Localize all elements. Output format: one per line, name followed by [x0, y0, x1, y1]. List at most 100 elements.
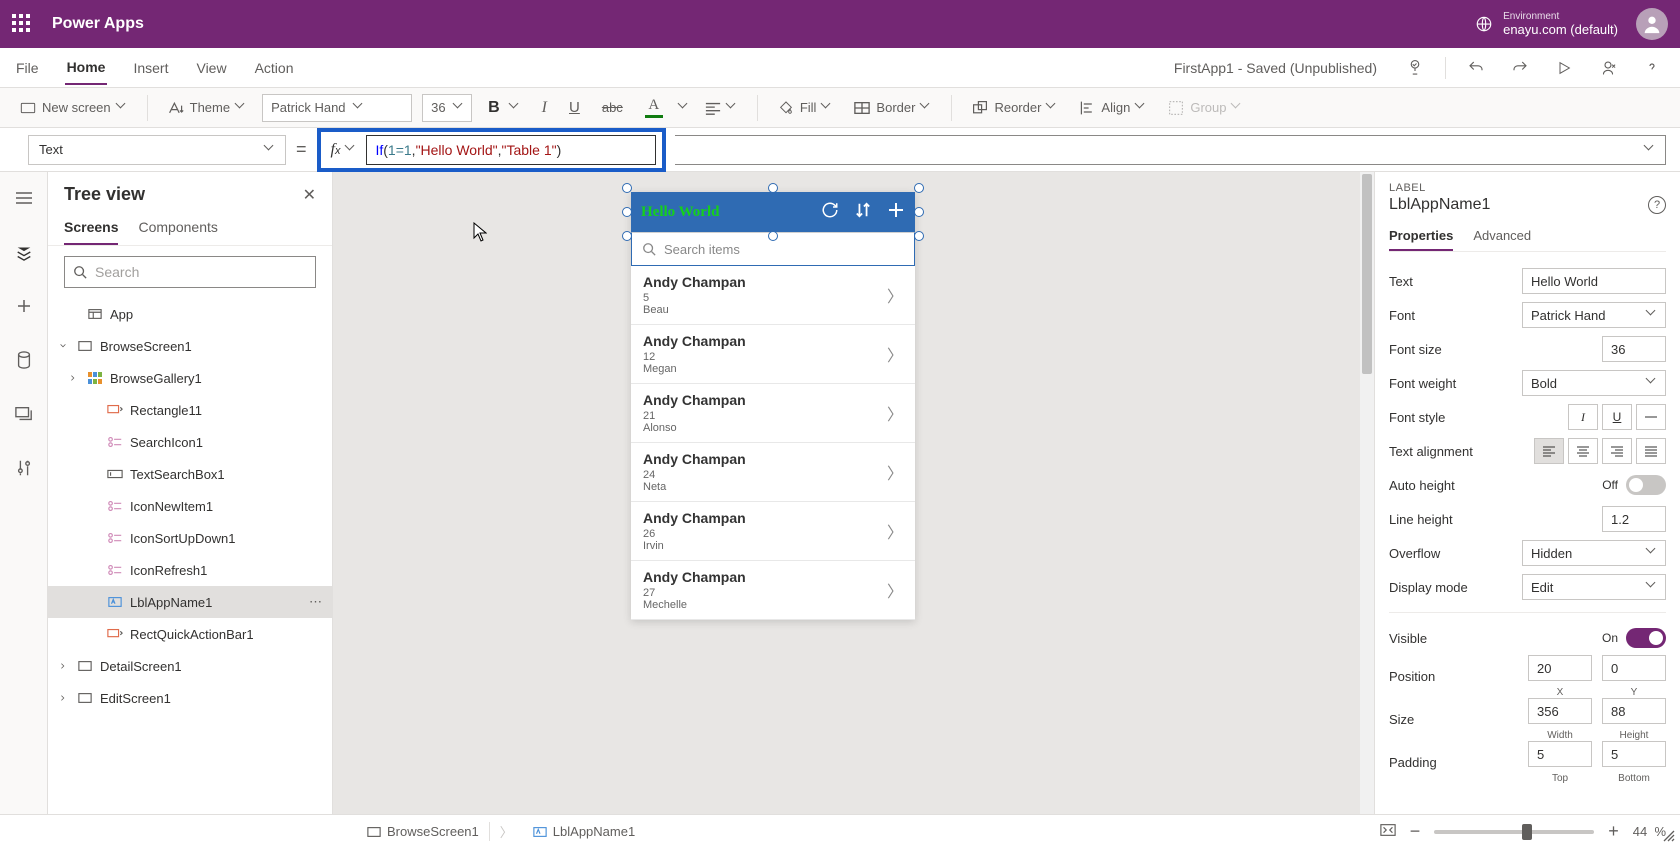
redo-icon[interactable]	[1506, 54, 1534, 82]
prop-overflow-select[interactable]: Hidden	[1522, 540, 1666, 566]
prop-displaymode-select[interactable]: Edit	[1522, 574, 1666, 600]
align-right-toggle[interactable]	[1602, 438, 1632, 464]
align-justify-toggle[interactable]	[1636, 438, 1666, 464]
user-avatar[interactable]	[1636, 8, 1668, 40]
rail-hamburger-icon[interactable]	[8, 182, 40, 214]
prop-pad-top-input[interactable]: 5	[1528, 741, 1592, 767]
tree-node-iconnewitem[interactable]: IconNewItem1	[48, 490, 332, 522]
tab-properties[interactable]: Properties	[1389, 222, 1453, 251]
chevron-right-icon[interactable]: 〉	[887, 283, 903, 307]
app-checker-icon[interactable]	[1401, 54, 1429, 82]
zoom-in-icon[interactable]: +	[1608, 821, 1619, 842]
breadcrumb-screen[interactable]: BrowseScreen1	[357, 822, 490, 841]
prop-lineheight-input[interactable]: 1.2	[1602, 506, 1666, 532]
gallery-item[interactable]: Andy Champan27Mechelle〉	[631, 561, 915, 620]
theme-button[interactable]: Theme	[162, 96, 252, 119]
font-family-select[interactable]: Patrick Hand	[262, 94, 412, 122]
prop-height-input[interactable]: 88	[1602, 698, 1666, 724]
menu-action[interactable]: Action	[253, 52, 296, 84]
zoom-slider[interactable]	[1434, 830, 1594, 834]
sort-icon[interactable]	[855, 201, 871, 224]
breadcrumb-control[interactable]: LblAppName1	[523, 822, 645, 841]
tree-node-browsescreen[interactable]: BrowseScreen1	[48, 330, 332, 362]
menu-view[interactable]: View	[194, 52, 228, 84]
share-icon[interactable]	[1594, 54, 1622, 82]
help-icon[interactable]: ?	[1648, 196, 1666, 214]
gallery-item[interactable]: Andy Champan24Neta〉	[631, 443, 915, 502]
gallery-item[interactable]: Andy Champan12Megan〉	[631, 325, 915, 384]
chevron-right-icon[interactable]: 〉	[887, 519, 903, 543]
fit-to-screen-icon[interactable]	[1380, 823, 1396, 840]
align-left-toggle[interactable]	[1534, 438, 1564, 464]
tree-search-input[interactable]: Search	[64, 256, 316, 288]
chevron-right-icon[interactable]: 〉	[887, 342, 903, 366]
align-center-toggle[interactable]	[1568, 438, 1598, 464]
strike-toggle[interactable]	[1636, 404, 1666, 430]
align-button[interactable]: Align	[1073, 96, 1152, 120]
zoom-out-icon[interactable]: −	[1410, 821, 1421, 842]
play-icon[interactable]	[1550, 54, 1578, 82]
app-header[interactable]: Hello World	[631, 192, 915, 232]
chevron-right-icon[interactable]: 〉	[887, 578, 903, 602]
fill-button[interactable]: Fill	[772, 96, 839, 120]
rail-data-icon[interactable]	[8, 344, 40, 376]
strikethrough-button[interactable]: abc	[596, 96, 629, 119]
property-select[interactable]: Text	[28, 135, 286, 165]
prop-fontweight-select[interactable]: Bold	[1522, 370, 1666, 396]
italic-toggle[interactable]: I	[1568, 404, 1598, 430]
undo-icon[interactable]	[1462, 54, 1490, 82]
help-icon[interactable]	[1638, 54, 1666, 82]
gallery-item[interactable]: Andy Champan21Alonso〉	[631, 384, 915, 443]
formula-input[interactable]: If(1=1, "Hello World", "Table 1")	[366, 135, 656, 165]
menu-home[interactable]: Home	[65, 51, 108, 85]
prop-font-select[interactable]: Patrick Hand	[1522, 302, 1666, 328]
tree-node-iconrefresh[interactable]: IconRefresh1	[48, 554, 332, 586]
new-screen-button[interactable]: New screen	[14, 96, 133, 119]
prop-width-input[interactable]: 356	[1528, 698, 1592, 724]
prop-autoheight-toggle[interactable]	[1626, 475, 1666, 495]
chevron-right-icon[interactable]: 〉	[887, 401, 903, 425]
menu-insert[interactable]: Insert	[131, 52, 170, 84]
tree-node-detailscreen[interactable]: DetailScreen1	[48, 650, 332, 682]
reorder-button[interactable]: Reorder	[966, 96, 1063, 120]
rail-advanced-tools-icon[interactable]	[8, 452, 40, 484]
border-button[interactable]: Border	[848, 96, 937, 119]
prop-pad-bottom-input[interactable]: 5	[1602, 741, 1666, 767]
font-size-select[interactable]: 36	[422, 94, 472, 122]
gallery-item[interactable]: Andy Champan26Irvin〉	[631, 502, 915, 561]
tree-node-editscreen[interactable]: EditScreen1	[48, 682, 332, 714]
tree-node-gallery[interactable]: BrowseGallery1	[48, 362, 332, 394]
tree-node-textsearchbox[interactable]: TextSearchBox1	[48, 458, 332, 490]
design-canvas[interactable]: Hello World Search items Andy Champan5Be…	[333, 172, 1374, 814]
app-header-label[interactable]: Hello World	[641, 204, 719, 221]
formula-input-extended[interactable]	[675, 135, 1666, 165]
tab-screens[interactable]: Screens	[64, 211, 118, 245]
text-align-button[interactable]	[699, 97, 743, 119]
tree-node-iconsortupdown[interactable]: IconSortUpDown1	[48, 522, 332, 554]
tree-node-lblappname[interactable]: LblAppName1⋯	[48, 586, 332, 618]
underline-button[interactable]: U	[563, 95, 586, 120]
environment-picker[interactable]: Environment enayu.com (default)	[1475, 11, 1618, 37]
tree-node-app[interactable]: App	[48, 298, 332, 330]
prop-pos-y-input[interactable]: 0	[1602, 655, 1666, 681]
chevron-right-icon[interactable]: 〉	[887, 460, 903, 484]
more-icon[interactable]: ⋯	[309, 594, 324, 610]
rail-tree-view-icon[interactable]	[8, 236, 40, 268]
canvas-scrollbar[interactable]	[1360, 172, 1374, 814]
add-icon[interactable]	[887, 201, 905, 224]
tab-components[interactable]: Components	[138, 211, 217, 245]
rail-insert-icon[interactable]	[8, 290, 40, 322]
tree-node-searchicon[interactable]: SearchIcon1	[48, 426, 332, 458]
italic-button[interactable]: I	[536, 95, 553, 121]
rail-media-icon[interactable]	[8, 398, 40, 430]
underline-toggle[interactable]: U	[1602, 404, 1632, 430]
tree-node-rectangle11[interactable]: Rectangle11	[48, 394, 332, 426]
menu-file[interactable]: File	[14, 52, 41, 84]
prop-visible-toggle[interactable]	[1626, 628, 1666, 648]
app-launcher-icon[interactable]	[12, 14, 32, 34]
resize-grip-icon[interactable]	[1662, 829, 1676, 846]
tab-advanced[interactable]: Advanced	[1473, 222, 1531, 251]
prop-text-input[interactable]: Hello World	[1522, 268, 1666, 294]
fx-expand-icon[interactable]	[346, 145, 356, 155]
prop-pos-x-input[interactable]: 20	[1528, 655, 1592, 681]
